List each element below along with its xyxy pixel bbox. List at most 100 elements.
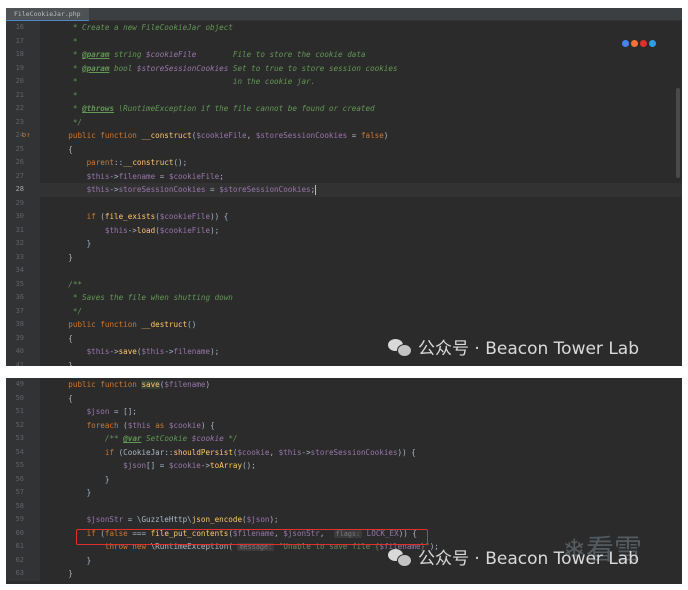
- code-text[interactable]: }: [50, 251, 73, 265]
- code-line[interactable]: 56 }: [6, 472, 682, 487]
- code-line[interactable]: 23 */: [6, 115, 682, 129]
- code-text[interactable]: }: [50, 359, 73, 367]
- code-line[interactable]: 53 /** @var SetCookie $cookie */: [6, 432, 682, 446]
- firefox-icon[interactable]: [631, 40, 638, 47]
- scrollbar[interactable]: [676, 88, 680, 178]
- code-line[interactable]: 49 public function save($filename): [6, 378, 682, 392]
- gutter[interactable]: 35: [6, 277, 40, 291]
- code-text[interactable]: * @throws \RuntimeException if the file …: [50, 102, 375, 116]
- code-line[interactable]: 22 * @throws \RuntimeException if the fi…: [6, 102, 682, 116]
- code-text[interactable]: {: [50, 143, 73, 157]
- code-text[interactable]: $this->load($cookieFile);: [50, 224, 219, 238]
- gutter[interactable]: 21: [6, 88, 40, 102]
- gutter[interactable]: 20: [6, 75, 40, 89]
- code-text[interactable]: * in the cookie jar.: [50, 75, 315, 89]
- code-line[interactable]: 52 foreach ($this as $cookie) {: [6, 418, 682, 433]
- code-line[interactable]: 63 }: [6, 567, 682, 581]
- gutter[interactable]: 60: [6, 526, 40, 540]
- code-line[interactable]: 59 $jsonStr = \GuzzleHttp\json_encode($j…: [6, 513, 682, 527]
- gutter[interactable]: 59: [6, 513, 40, 527]
- code-line[interactable]: 58: [6, 499, 682, 513]
- code-line[interactable]: 50 {: [6, 391, 682, 406]
- code-area[interactable]: 16 * Create a new FileCookieJar object 17…: [6, 21, 682, 366]
- gutter[interactable]: 61: [6, 540, 40, 554]
- code-line[interactable]: 31 $this->load($cookieFile);: [6, 223, 682, 238]
- gutter[interactable]: 23: [6, 115, 40, 129]
- gutter[interactable]: 41: [6, 358, 40, 366]
- code-text[interactable]: public function __construct($cookieFile,…: [50, 129, 388, 143]
- gutter[interactable]: 55: [6, 459, 40, 473]
- code-text[interactable]: parent::__construct();: [50, 156, 188, 170]
- gutter[interactable]: 17: [6, 34, 40, 48]
- gutter[interactable]: 18: [6, 48, 40, 62]
- code-text[interactable]: *: [50, 35, 78, 49]
- gutter[interactable]: 30: [6, 210, 40, 224]
- gutter[interactable]: 19: [6, 61, 40, 75]
- code-text[interactable]: public function __destruct(): [50, 318, 196, 332]
- code-line[interactable]: 34: [6, 264, 682, 278]
- code-line[interactable]: 51 $json = [];: [6, 405, 682, 419]
- code-text[interactable]: }: [50, 486, 92, 500]
- code-text[interactable]: * @param string $cookieFile File to stor…: [50, 48, 366, 62]
- code-text[interactable]: }: [50, 554, 92, 568]
- gutter[interactable]: 38: [6, 318, 40, 332]
- code-text[interactable]: if (CookieJar::shouldPersist($cookie, $t…: [50, 446, 416, 460]
- opera-icon[interactable]: [640, 40, 647, 47]
- code-line[interactable]: 35 /**: [6, 277, 682, 291]
- code-line[interactable]: 19 * @param bool $storeSessionCookies Se…: [6, 61, 682, 76]
- gutter[interactable]: 58: [6, 499, 40, 513]
- gutter[interactable]: 32: [6, 237, 40, 251]
- chrome-icon[interactable]: [622, 40, 629, 47]
- gutter[interactable]: 37: [6, 304, 40, 318]
- gutter[interactable]: 51: [6, 405, 40, 419]
- code-text[interactable]: $json = [];: [50, 405, 137, 419]
- gutter[interactable]: 22: [6, 102, 40, 116]
- code-line[interactable]: 17 *: [6, 34, 682, 49]
- code-text[interactable]: $this->filename = $cookieFile;: [50, 170, 224, 184]
- code-text[interactable]: */: [50, 305, 82, 319]
- code-line[interactable]: 41 }: [6, 358, 682, 367]
- code-text[interactable]: {: [50, 332, 73, 346]
- gutter[interactable]: 56: [6, 472, 40, 486]
- code-text[interactable]: $jsonStr = \GuzzleHttp\json_encode($json…: [50, 513, 279, 527]
- code-line[interactable]: 28 $this->storeSessionCookies = $storeSe…: [6, 183, 682, 197]
- code-line[interactable]: 38 public function __destruct(): [6, 318, 682, 332]
- code-line[interactable]: 55 $json[] = $cookie->toArray();: [6, 459, 682, 473]
- gutter[interactable]: 27: [6, 169, 40, 183]
- gutter[interactable]: 39: [6, 331, 40, 345]
- gutter[interactable]: 63: [6, 567, 40, 581]
- code-text[interactable]: /** @var SetCookie $cookie */: [50, 432, 238, 446]
- code-line[interactable]: 21 *: [6, 88, 682, 103]
- gutter[interactable]: 31: [6, 223, 40, 237]
- gutter[interactable]: 53: [6, 432, 40, 446]
- gutter[interactable]: 40: [6, 345, 40, 359]
- code-line[interactable]: 30 if (file_exists($cookieFile)) {: [6, 210, 682, 224]
- code-line[interactable]: 18 * @param string $cookieFile File to s…: [6, 48, 682, 62]
- edge-icon[interactable]: [649, 40, 656, 47]
- code-line[interactable]: 57 }: [6, 486, 682, 500]
- code-line[interactable]: 25 {: [6, 142, 682, 157]
- code-text[interactable]: if (file_exists($cookieFile)) {: [50, 210, 229, 224]
- code-line[interactable]: 36 * Saves the file when shutting down: [6, 291, 682, 305]
- code-text[interactable]: * Create a new FileCookieJar object: [50, 21, 233, 35]
- code-line[interactable]: 32 }: [6, 237, 682, 251]
- gutter[interactable]: 28: [6, 183, 40, 197]
- code-text[interactable]: {: [50, 392, 73, 406]
- code-text[interactable]: * @param bool $storeSessionCookies Set t…: [50, 62, 398, 76]
- file-tab[interactable]: FileCookieJar.php: [6, 8, 89, 21]
- code-line[interactable]: 20 * in the cookie jar.: [6, 75, 682, 89]
- override-marker-icon[interactable]: o↑: [22, 131, 32, 140]
- gutter[interactable]: 52: [6, 418, 40, 432]
- code-line[interactable]: 33 }: [6, 250, 682, 265]
- code-text[interactable]: public function save($filename): [50, 378, 210, 392]
- gutter[interactable]: 54: [6, 445, 40, 459]
- code-text[interactable]: * Saves the file when shutting down: [50, 291, 233, 305]
- gutter[interactable]: 24 o↑: [6, 129, 40, 143]
- code-line[interactable]: 16 * Create a new FileCookieJar object: [6, 21, 682, 35]
- code-text[interactable]: }: [50, 473, 110, 487]
- code-text[interactable]: foreach ($this as $cookie) {: [50, 419, 215, 433]
- code-text[interactable]: *: [50, 89, 78, 103]
- code-line[interactable]: 29: [6, 196, 682, 210]
- gutter[interactable]: 29: [6, 196, 40, 210]
- code-text[interactable]: $json[] = $cookie->toArray();: [50, 459, 256, 473]
